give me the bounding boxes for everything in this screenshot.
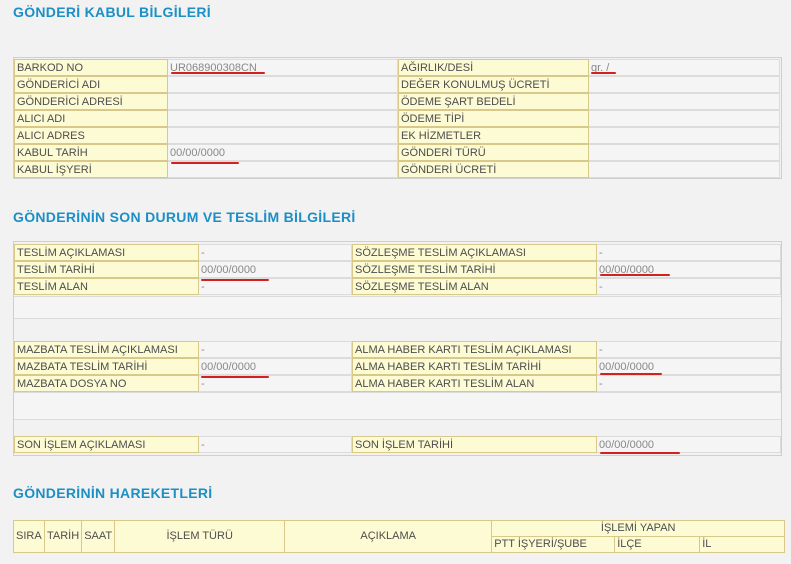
mazbata-left-label: MAZBATA DOSYA NO: [14, 375, 199, 392]
annotation-underline: [600, 274, 670, 276]
movements-table: SIRA TARİH SAAT İŞLEM TÜRÜ AÇIKLAMA İŞLE…: [13, 520, 786, 553]
kabul-left-label: KABUL İŞYERİ: [14, 161, 168, 178]
teslim-right-value: -: [597, 244, 781, 261]
mazbata-left-value: 00/00/0000: [199, 358, 352, 375]
mazbata-left-label: MAZBATA TESLİM TARİHİ: [14, 358, 199, 375]
kabul-left-label: ALICI ADRES: [14, 127, 168, 144]
annotation-underline: [600, 452, 680, 454]
col-tarih[interactable]: TARİH: [43, 520, 83, 553]
col-ptt-isyeri[interactable]: PTT İŞYERİ/ŞUBE: [491, 536, 616, 553]
mazbata-left-label: MAZBATA TESLİM AÇIKLAMASI: [14, 341, 199, 358]
son-islem-left-value: -: [199, 436, 352, 453]
kabul-left-value: [168, 127, 398, 144]
col-islemi-yapan: İŞLEMİ YAPAN: [491, 520, 786, 537]
kabul-left-label: KABUL TARİH: [14, 144, 168, 161]
kabul-right-value: [589, 127, 780, 144]
ahk-right-label: ALMA HABER KARTI TESLİM ALAN: [352, 375, 597, 392]
annotation-underline: [171, 72, 265, 74]
col-il[interactable]: İL: [699, 536, 786, 553]
spacer-row: [14, 296, 781, 319]
kabul-right-label: DEĞER KONULMUŞ ÜCRETİ: [398, 76, 589, 93]
col-sira[interactable]: SIRA: [13, 520, 45, 553]
teslim-left-value: -: [199, 244, 352, 261]
son-islem-right-value: 00/00/0000: [597, 436, 781, 453]
teslim-right-label: SÖZLEŞME TESLİM ALAN: [352, 278, 597, 295]
kabul-left-label: GÖNDERİCİ ADRESİ: [14, 93, 168, 110]
kabul-left-value: 00/00/0000: [168, 144, 398, 161]
kabul-right-label: GÖNDERİ ÜCRETİ: [398, 161, 589, 178]
annotation-underline: [591, 72, 616, 74]
col-saat[interactable]: SAAT: [81, 520, 116, 553]
kabul-section-title: GÖNDERİ KABUL BİLGİLERİ: [13, 4, 211, 20]
kabul-right-label: ÖDEME TİPİ: [398, 110, 589, 127]
teslim-left-label: TESLİM ALAN: [14, 278, 199, 295]
kabul-right-value: [589, 93, 780, 110]
kabul-right-label: AĞIRLIK/DESİ: [398, 59, 589, 76]
ahk-right-value: -: [597, 375, 781, 392]
son-islem-left-label: SON İŞLEM AÇIKLAMASI: [14, 436, 199, 453]
ahk-right-value: -: [597, 341, 781, 358]
kabul-right-value: [589, 144, 780, 161]
kabul-left-label: GÖNDERİCİ ADI: [14, 76, 168, 93]
mazbata-left-value: -: [199, 341, 352, 358]
kabul-right-value: [589, 110, 780, 127]
kabul-right-value: [589, 76, 780, 93]
teslim-left-value: 00/00/0000: [199, 261, 352, 278]
col-aciklama[interactable]: AÇIKLAMA: [284, 520, 493, 553]
kabul-left-label: ALICI ADI: [14, 110, 168, 127]
col-islem-turu[interactable]: İŞLEM TÜRÜ: [114, 520, 286, 553]
spacer-row: [14, 392, 781, 420]
kabul-right-label: ÖDEME ŞART BEDELİ: [398, 93, 589, 110]
col-ilce[interactable]: İLÇE: [614, 536, 701, 553]
teslim-right-label: SÖZLEŞME TESLİM TARİHİ: [352, 261, 597, 278]
kabul-right-label: GÖNDERİ TÜRÜ: [398, 144, 589, 161]
kabul-left-value: [168, 76, 398, 93]
teslim-right-value: -: [597, 278, 781, 295]
teslim-section-title: GÖNDERİNİN SON DURUM VE TESLİM BİLGİLERİ: [13, 209, 356, 225]
teslim-left-label: TESLİM TARİHİ: [14, 261, 199, 278]
annotation-underline: [600, 373, 662, 375]
kabul-right-value: gr. /: [589, 59, 780, 76]
hareket-section-title: GÖNDERİNİN HAREKETLERİ: [13, 485, 213, 501]
kabul-left-value: [168, 110, 398, 127]
ahk-right-label: ALMA HABER KARTI TESLİM AÇIKLAMASI: [352, 341, 597, 358]
annotation-underline: [201, 279, 269, 281]
annotation-underline: [201, 376, 269, 378]
son-islem-right-label: SON İŞLEM TARİHİ: [352, 436, 597, 453]
annotation-underline: [171, 162, 239, 164]
teslim-left-label: TESLİM AÇIKLAMASI: [14, 244, 199, 261]
ahk-right-label: ALMA HABER KARTI TESLİM TARİHİ: [352, 358, 597, 375]
kabul-right-value: [589, 161, 780, 178]
kabul-left-label: BARKOD NO: [14, 59, 168, 76]
kabul-right-label: EK HİZMETLER: [398, 127, 589, 144]
teslim-right-label: SÖZLEŞME TESLİM AÇIKLAMASI: [352, 244, 597, 261]
kabul-left-value: [168, 93, 398, 110]
